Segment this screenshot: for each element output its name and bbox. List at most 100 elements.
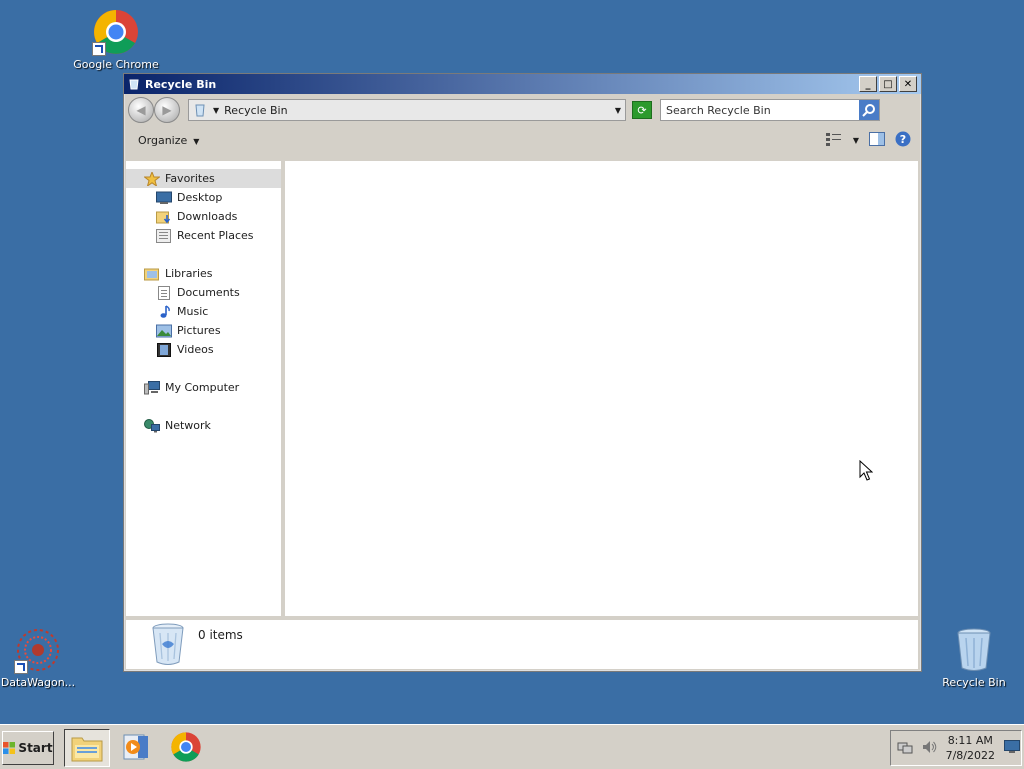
chrome-icon [171,732,201,762]
recycle-bin-icon [195,104,205,117]
libraries-icon [144,267,160,281]
windows-logo-icon [3,742,16,754]
nav-item-favorites[interactable]: Favorites [126,169,281,188]
volume-icon[interactable] [921,739,937,758]
item-count: 0 items [198,628,243,642]
view-dropdown-icon[interactable]: ▼ [853,136,859,145]
taskbar: Start 8:11 AM 7/8/2022 [0,724,1024,769]
datawagon-icon [14,626,62,674]
refresh-button[interactable]: ⟳ [632,101,652,119]
nav-item-label: Videos [177,343,214,356]
maximize-button[interactable]: □ [879,76,897,92]
mouse-cursor-icon [859,460,873,481]
documents-icon [156,285,172,300]
computer-icon [144,380,160,395]
clock[interactable]: 8:11 AM 7/8/2022 [946,733,995,763]
recycle-bin-icon [950,626,998,674]
start-button[interactable]: Start [2,731,54,765]
nav-item-desktop[interactable]: Desktop [126,188,281,207]
start-label: Start [18,741,53,755]
nav-item-music[interactable]: Music [126,302,281,321]
view-list-icon [825,132,841,146]
nav-item-label: Pictures [177,324,221,337]
nav-item-documents[interactable]: Documents [126,283,281,302]
music-icon [156,304,172,319]
help-button[interactable]: ? [895,131,911,150]
navigation-pane: Favorites Desktop Downloads Recent Place… [126,161,285,616]
nav-item-my-computer[interactable]: My Computer [126,378,281,397]
nav-item-downloads[interactable]: Downloads [126,207,281,226]
nav-item-label: Favorites [165,172,215,185]
file-list-pane[interactable] [285,161,918,616]
command-toolbar: Organize ▼ ▼ ? [124,126,921,154]
nav-item-libraries[interactable]: Libraries [126,264,281,283]
address-bar[interactable]: ▼ Recycle Bin ▼ [188,99,626,121]
downloads-folder-icon [156,210,172,224]
help-icon: ? [895,131,911,146]
taskbar-item-chrome[interactable] [164,729,208,765]
breadcrumb-chevron-icon[interactable]: ▼ [213,106,219,115]
minimize-button[interactable]: _ [859,76,877,92]
search-input[interactable] [661,102,859,118]
organize-label: Organize [138,133,188,147]
recycle-bin-icon [129,79,139,90]
show-desktop-icon[interactable] [1004,740,1020,757]
view-options-button[interactable] [825,132,843,149]
navigation-bar: ◀ ▶ ▼ Recycle Bin ▼ ⟳ [124,94,921,126]
search-button[interactable] [859,100,879,120]
desktop-icon-label: Recycle Bin [942,676,1006,689]
forward-arrow-icon: ▶ [162,103,172,117]
search-box [660,99,880,121]
nav-item-label: Recent Places [177,229,254,242]
nav-item-label: Libraries [165,267,213,280]
nav-item-videos[interactable]: Videos [126,340,281,359]
details-pane: 0 items [126,620,918,669]
clock-time: 8:11 AM [947,734,993,747]
nav-item-network[interactable]: Network [126,416,281,435]
shortcut-arrow-icon [92,42,106,56]
taskbar-item-media-player[interactable] [114,729,158,765]
network-status-icon[interactable] [897,739,913,758]
nav-item-label: Network [165,419,211,432]
desktop-icon-recycle-bin[interactable]: Recycle Bin [929,626,1019,689]
chevron-down-icon: ▼ [193,136,200,146]
desktop-icon [156,191,172,205]
desktop-icon-label: Google Chrome [73,58,159,71]
window-title: Recycle Bin [145,77,217,91]
media-player-icon [123,734,148,760]
address-text: Recycle Bin [224,103,288,117]
system-tray: 8:11 AM 7/8/2022 [890,730,1022,766]
forward-button[interactable]: ▶ [154,97,180,123]
desktop-icon-google-chrome[interactable]: Google Chrome [71,8,161,71]
chrome-icon [92,8,140,56]
recycle-bin-icon [152,623,184,665]
nav-item-pictures[interactable]: Pictures [126,321,281,340]
desktop-icon-label: DataWagon... [0,676,76,689]
back-button[interactable]: ◀ [128,97,154,123]
network-icon [144,418,160,433]
clock-date: 7/8/2022 [945,749,995,762]
organize-button[interactable]: Organize ▼ [138,134,199,147]
desktop-icon-datawagon[interactable]: DataWagon... [0,626,83,689]
nav-item-label: Documents [177,286,240,299]
preview-pane-icon [869,131,885,146]
nav-item-recent-places[interactable]: Recent Places [126,226,281,245]
nav-item-label: Desktop [177,191,223,204]
nav-item-label: My Computer [165,381,240,394]
back-arrow-icon: ◀ [136,103,146,117]
folder-icon [71,737,103,762]
search-icon [862,104,875,117]
nav-item-label: Downloads [177,210,238,223]
window-titlebar[interactable]: Recycle Bin _ □ ✕ [124,74,921,94]
pictures-icon [156,324,172,338]
nav-item-label: Music [177,305,209,318]
taskbar-item-explorer[interactable] [64,729,110,767]
preview-pane-button[interactable] [869,131,885,149]
refresh-icon: ⟳ [637,103,647,117]
shortcut-arrow-icon [14,660,28,674]
content-area: Favorites Desktop Downloads Recent Place… [126,161,918,616]
address-dropdown-icon[interactable]: ▼ [611,106,625,115]
close-button[interactable]: ✕ [899,76,917,92]
star-icon [143,170,161,187]
explorer-window: Recycle Bin _ □ ✕ ◀ ▶ ▼ Recycle Bin ▼ ⟳ [123,73,922,672]
